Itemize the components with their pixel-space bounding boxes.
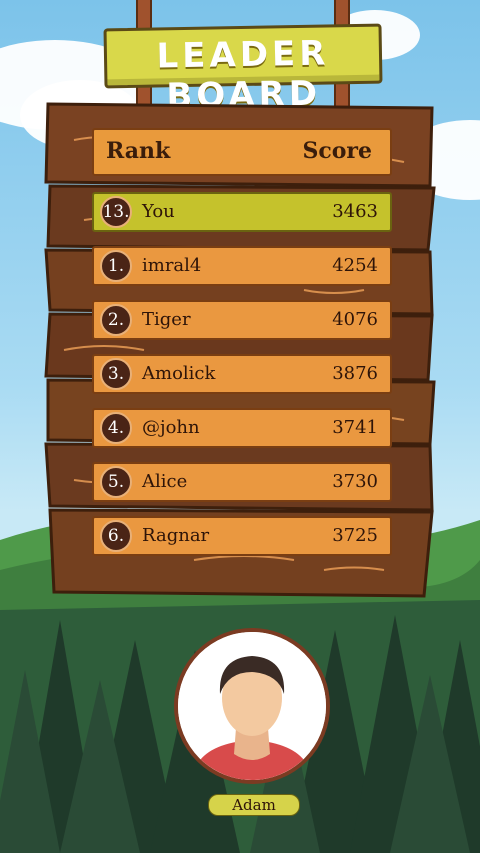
game-scene: LEADER BOARD Rank Score 13. You 3463 1. <box>0 0 480 853</box>
leaderboard-row[interactable]: 5. Alice 3730 <box>92 462 392 502</box>
leaderboard-row[interactable]: 1. imral4 4254 <box>92 246 392 286</box>
player-name: Tiger <box>142 309 191 330</box>
rank-badge: 3. <box>100 358 132 390</box>
rank-badge: 6. <box>100 520 132 552</box>
rank-column-header: Rank <box>106 138 171 164</box>
leaderboard-row[interactable]: 2. Tiger 4076 <box>92 300 392 340</box>
player-score: 3725 <box>332 525 378 546</box>
title-sign: LEADER BOARD <box>103 23 383 116</box>
player-name: Alice <box>142 471 188 492</box>
player-name: You <box>142 201 175 222</box>
leaderboard-row[interactable]: 3. Amolick 3876 <box>92 354 392 394</box>
leaderboard-header: Rank Score <box>92 128 392 176</box>
player-score: 4254 <box>332 255 378 276</box>
player-name: Ragnar <box>142 525 210 546</box>
rank-badge: 4. <box>100 412 132 444</box>
score-column-header: Score <box>302 138 372 164</box>
rank-badge: 2. <box>100 304 132 336</box>
player-score: 4076 <box>332 309 378 330</box>
player-name: imral4 <box>142 255 202 276</box>
profile-avatar[interactable] <box>174 628 330 784</box>
rank-badge: 5. <box>100 466 132 498</box>
player-score: 3741 <box>332 417 378 438</box>
current-user-row[interactable]: 13. You 3463 <box>92 192 392 232</box>
player-score: 3463 <box>332 201 378 222</box>
leaderboard-row[interactable]: 6. Ragnar 3725 <box>92 516 392 556</box>
rank-badge: 1. <box>100 250 132 282</box>
leaderboard-row[interactable]: 4. @john 3741 <box>92 408 392 448</box>
player-score: 3730 <box>332 471 378 492</box>
profile-name-label: Adam <box>208 794 300 816</box>
player-score: 3876 <box>332 363 378 384</box>
person-avatar-icon <box>178 632 326 780</box>
player-name: @john <box>142 417 200 438</box>
player-name: Amolick <box>142 363 216 384</box>
rank-badge: 13. <box>100 196 132 228</box>
